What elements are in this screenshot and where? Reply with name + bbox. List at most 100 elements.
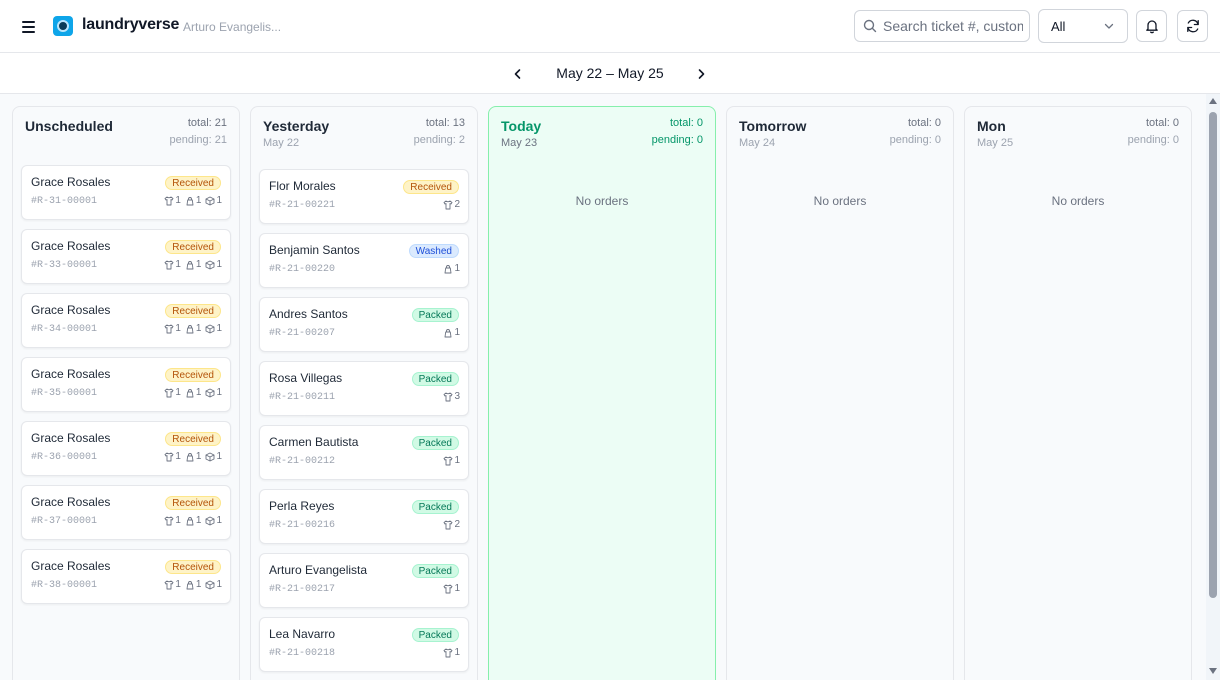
ticket-number: #R-34-00001 — [31, 324, 98, 335]
shirt-icon — [164, 388, 174, 398]
item-count-value: 1 — [216, 387, 222, 398]
item-count-value: 3 — [454, 391, 460, 402]
customer-name: Grace Rosales — [31, 431, 111, 445]
shirt-icon — [164, 196, 174, 206]
search-box[interactable] — [854, 10, 1030, 42]
box-icon — [205, 196, 215, 206]
order-card[interactable]: Grace Rosales Received #R-31-00001 1 1 1 — [21, 165, 231, 220]
notifications-button[interactable] — [1136, 10, 1167, 42]
order-card[interactable]: Grace Rosales Received #R-34-00001 1 1 1 — [21, 293, 231, 348]
shirt-icon — [443, 584, 453, 594]
order-card[interactable]: Grace Rosales Received #R-38-00001 1 1 1 — [21, 549, 231, 604]
shirt-icon — [443, 648, 453, 658]
item-count-value: 1 — [454, 647, 460, 658]
order-card[interactable]: Grace Rosales Received #R-33-00001 1 1 1 — [21, 229, 231, 284]
status-badge: Received — [403, 180, 459, 194]
scrollbar-thumb[interactable] — [1209, 112, 1217, 598]
search-input[interactable] — [883, 18, 1023, 34]
column-total: total: 13 — [425, 117, 465, 129]
column-yesterday: Yesterday May 22 total: 13 pending: 2 Flor M… — [250, 106, 478, 680]
refresh-icon — [1186, 19, 1199, 33]
item-count: 1 — [164, 323, 181, 334]
ticket-number: #R-21-00211 — [269, 392, 336, 403]
item-counts: 1 1 1 — [164, 579, 222, 590]
scroll-up-arrow[interactable] — [1209, 98, 1217, 104]
shirt-icon — [443, 392, 453, 402]
status-filter-select[interactable]: All — [1038, 9, 1128, 43]
ticket-number: #R-37-00001 — [31, 516, 98, 527]
ticket-number: #R-35-00001 — [31, 388, 98, 399]
next-range-button[interactable] — [692, 65, 710, 83]
filter-value: All — [1051, 18, 1066, 34]
status-badge: Packed — [411, 372, 459, 386]
order-card[interactable]: Grace Rosales Received #R-36-00001 1 1 1 — [21, 421, 231, 476]
order-card[interactable]: Lea Navarro Packed #R-21-00218 1 — [259, 617, 469, 672]
box-icon — [205, 452, 215, 462]
item-count: 1 — [443, 583, 460, 594]
order-card[interactable]: Flor Morales Received #R-21-00221 2 — [259, 169, 469, 224]
bag-icon — [185, 388, 195, 398]
column-pending: pending: 0 — [889, 134, 941, 146]
refresh-button[interactable] — [1177, 10, 1208, 42]
box-icon — [205, 516, 215, 526]
order-card[interactable]: Rosa Villegas Packed #R-21-00211 3 — [259, 361, 469, 416]
item-count-value: 1 — [216, 259, 222, 270]
item-counts: 1 1 1 — [164, 451, 222, 462]
customer-name: Grace Rosales — [31, 559, 111, 573]
shirt-icon — [164, 580, 174, 590]
item-count-value: 1 — [195, 323, 202, 334]
order-card[interactable]: Grace Rosales Received #R-35-00001 1 1 1 — [21, 357, 231, 412]
item-counts: 1 1 1 — [164, 195, 222, 206]
column-header: Unscheduled total: 21 pending: 21 — [13, 107, 239, 163]
order-card[interactable]: Arturo Evangelista Packed #R-21-00217 1 — [259, 553, 469, 608]
order-card[interactable]: Benjamin Santos Washed #R-21-00220 1 — [259, 233, 469, 288]
item-counts: 1 — [443, 263, 460, 274]
status-badge: Received — [165, 176, 221, 190]
status-badge: Packed — [411, 500, 459, 514]
card-list: Flor Morales Received #R-21-00221 2 Benjamin… — [259, 169, 469, 680]
shirt-icon — [443, 456, 453, 466]
bag-icon — [185, 260, 195, 270]
order-card[interactable]: Carmen Bautista Packed #R-21-00212 1 — [259, 425, 469, 480]
box-icon — [205, 324, 215, 334]
status-badge: Received — [165, 432, 221, 446]
item-counts: 1 — [443, 583, 460, 594]
item-count: 1 — [185, 323, 202, 334]
ticket-number: #R-21-00207 — [269, 328, 336, 339]
status-badge: Packed — [411, 628, 459, 642]
shirt-icon — [443, 520, 453, 530]
item-count-value: 1 — [195, 195, 202, 206]
column-pending: pending: 0 — [1127, 134, 1179, 146]
column-title: Today — [501, 118, 542, 134]
item-count-value: 1 — [454, 263, 460, 274]
order-card[interactable]: Perla Reyes Packed #R-21-00216 2 — [259, 489, 469, 544]
customer-name: Arturo Evangelista — [269, 563, 368, 577]
column-header: Tomorrow May 24 total: 0 pending: 0 — [727, 107, 953, 163]
item-count: 1 — [205, 195, 222, 206]
prev-range-button[interactable] — [509, 65, 527, 83]
menu-icon[interactable] — [14, 14, 42, 40]
item-count-value: 1 — [195, 451, 202, 462]
column-date: May 24 — [739, 137, 776, 149]
empty-state: No orders — [1051, 194, 1105, 208]
column-total: total: 0 — [1145, 117, 1179, 129]
ticket-number: #R-21-00221 — [269, 200, 336, 211]
scrollbar[interactable] — [1206, 94, 1220, 680]
customer-name: Lea Navarro — [269, 627, 336, 641]
column-total: total: 0 — [669, 117, 703, 129]
item-count: 3 — [443, 391, 460, 402]
item-count-value: 1 — [175, 195, 181, 206]
item-count-value: 1 — [195, 579, 202, 590]
column-date: May 23 — [501, 137, 538, 149]
column-header: Yesterday May 22 total: 13 pending: 2 — [251, 107, 477, 163]
column-title: Mon — [977, 118, 1006, 134]
status-badge: Received — [165, 496, 221, 510]
order-card[interactable]: Grace Rosales Received #R-37-00001 1 1 1 — [21, 485, 231, 540]
column-pending: pending: 2 — [413, 134, 465, 146]
status-badge: Packed — [411, 308, 459, 322]
column-unscheduled: Unscheduled total: 21 pending: 21 Grace Ros… — [12, 106, 240, 680]
item-count: 1 — [185, 451, 202, 462]
shirt-icon — [443, 200, 453, 210]
scroll-down-arrow[interactable] — [1209, 668, 1217, 674]
order-card[interactable]: Andres Santos Packed #R-21-00207 1 — [259, 297, 469, 352]
